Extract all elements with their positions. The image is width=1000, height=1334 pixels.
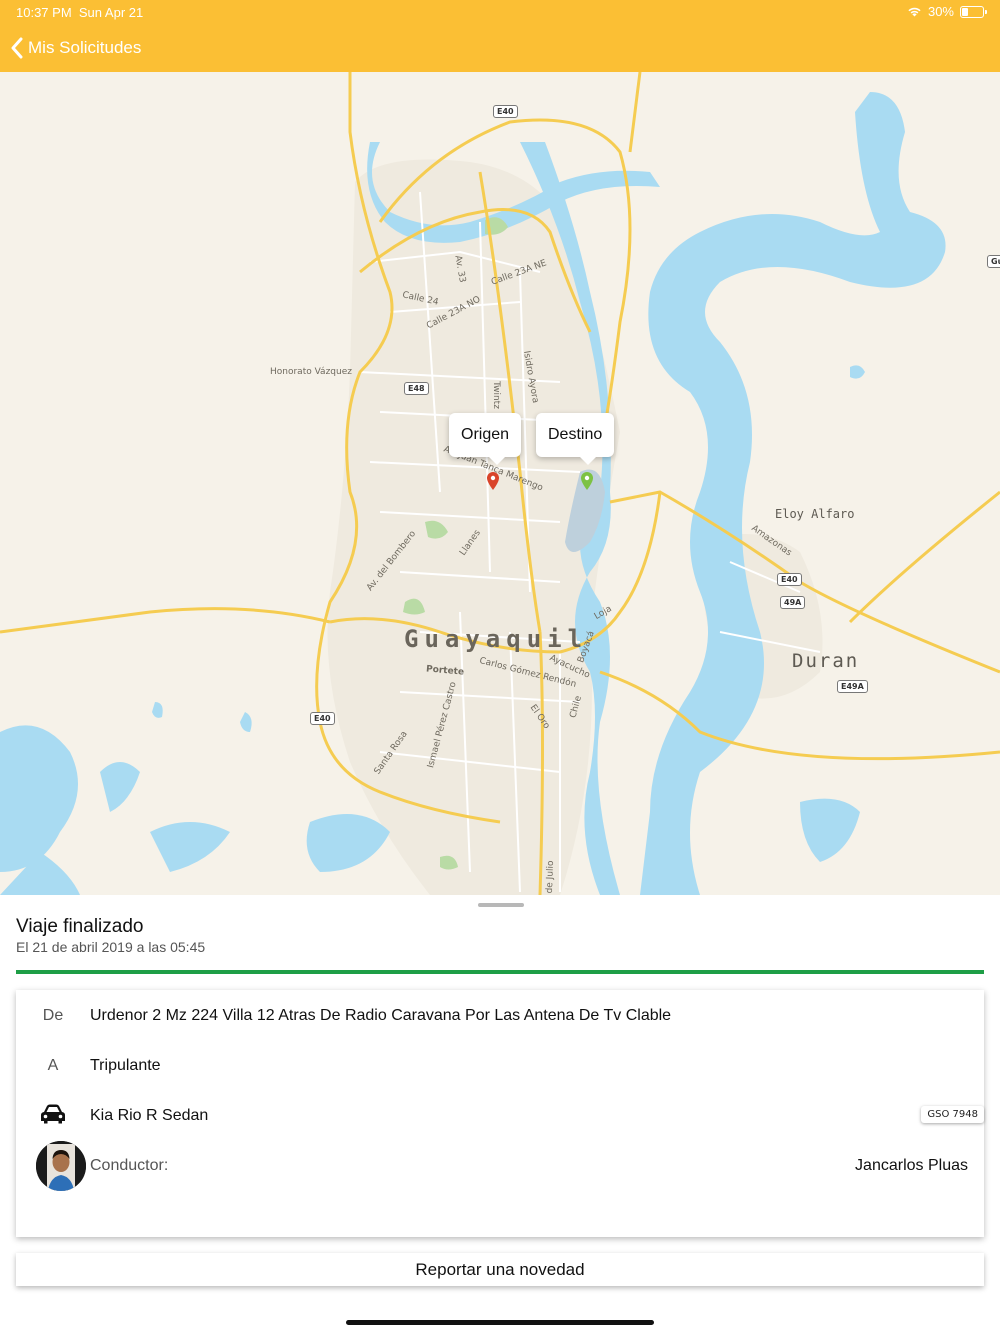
battery-percent: 30%: [927, 4, 954, 19]
route-shield: E48: [404, 382, 429, 395]
street-label: Honorato Vázquez: [270, 367, 352, 377]
vehicle-model: Kia Rio R Sedan: [90, 1107, 209, 1124]
vehicle-row: Kia Rio R Sedan: [16, 1096, 984, 1136]
app-header: 10:37 PM Sun Apr 21 30% Mis Solicitudes: [0, 0, 1000, 72]
trip-map[interactable]: Honorato Vázquez Calle 24 Calle 23A NO C…: [0, 72, 1000, 895]
home-indicator[interactable]: [346, 1320, 654, 1325]
report-issue-button[interactable]: Reportar una novedad: [16, 1253, 984, 1286]
trip-progress-bar: [16, 970, 984, 974]
from-address: Urdenor 2 Mz 224 Villa 12 Atras De Radio…: [90, 1007, 672, 1024]
to-address: Tripulante: [90, 1057, 161, 1074]
to-row: A Tripulante: [16, 1046, 984, 1086]
vehicle-icon-cell: [16, 1103, 90, 1130]
battery-icon: [960, 5, 987, 18]
license-plate-badge: GSO 7948: [921, 1106, 984, 1123]
status-time: 10:37 PM Sun Apr 21: [16, 5, 144, 20]
trip-details-card: De Urdenor 2 Mz 224 Villa 12 Atras De Ra…: [16, 990, 984, 1237]
destination-pin-icon[interactable]: [581, 472, 593, 490]
status-indicators: 30%: [907, 4, 987, 19]
from-key: De: [42, 1007, 64, 1024]
route-shield: E40: [310, 712, 335, 725]
town-label: Eloy Alfaro: [775, 507, 855, 521]
car-icon: [41, 1104, 65, 1123]
street-label: Twintz: [490, 381, 501, 409]
street-label: de Julio: [544, 860, 557, 894]
back-label: Mis Solicitudes: [28, 38, 142, 57]
trip-date: El 21 de abril 2019 a las 05:45: [16, 939, 206, 955]
route-shield: E40: [493, 105, 518, 118]
destination-callout[interactable]: Destino: [536, 413, 615, 465]
status-bar: 10:37 PM Sun Apr 21 30%: [0, 0, 1000, 24]
sheet-grabber[interactable]: [478, 903, 524, 907]
route-shield: 49A: [780, 596, 806, 609]
route-shield: E40: [777, 573, 802, 586]
map-base: [0, 72, 1000, 895]
town-label: Duran: [792, 650, 860, 672]
trip-status: Viaje finalizado: [16, 916, 144, 937]
driver-photo: [36, 1141, 86, 1191]
chevron-left-icon: [11, 37, 23, 59]
route-shield: E49A: [837, 680, 868, 693]
wifi-icon: [908, 7, 921, 17]
route-shield: Gu: [987, 255, 1000, 268]
origin-pin-icon[interactable]: [487, 472, 499, 490]
to-key: A: [47, 1057, 59, 1074]
driver-avatar[interactable]: [36, 1141, 86, 1191]
origin-callout[interactable]: Origen: [449, 413, 522, 465]
driver-name: Jancarlos Pluas: [855, 1157, 968, 1174]
driver-label: Conductor:: [90, 1157, 169, 1174]
back-button[interactable]: Mis Solicitudes: [10, 34, 141, 62]
driver-row: Conductor:: [16, 1146, 984, 1186]
city-label: Guayaquil: [404, 625, 589, 653]
from-row: De Urdenor 2 Mz 224 Villa 12 Atras De Ra…: [16, 996, 984, 1036]
